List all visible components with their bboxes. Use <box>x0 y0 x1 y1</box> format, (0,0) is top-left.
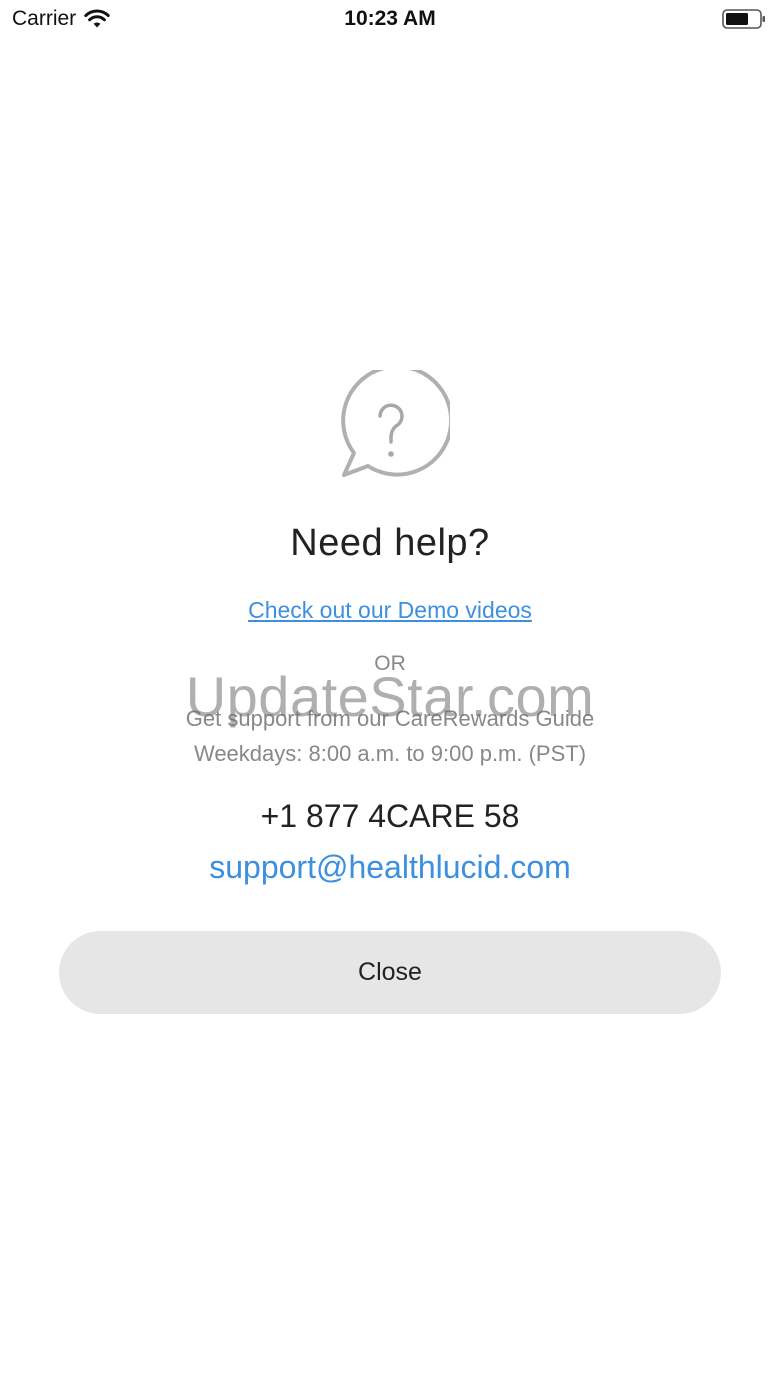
support-description: Get support from our CareRewards Guide <box>185 706 595 731</box>
battery-icon <box>722 9 765 29</box>
support-phone-number[interactable]: +1 877 4CARE 58 <box>0 798 780 835</box>
close-button[interactable]: Close <box>59 931 721 1014</box>
status-bar: Carrier 10:23 AM <box>0 0 780 40</box>
support-email-link[interactable]: support@healthlucid.com <box>0 849 780 886</box>
status-time: 10:23 AM <box>344 7 436 30</box>
support-hours: Weekdays: 8:00 a.m. to 9:00 p.m. (PST) <box>193 741 587 766</box>
or-separator: OR <box>374 652 406 675</box>
demo-videos-link[interactable]: Check out our Demo videos <box>0 597 780 624</box>
page-title: Need help? <box>290 522 490 564</box>
question-speech-bubble-icon <box>341 370 450 477</box>
